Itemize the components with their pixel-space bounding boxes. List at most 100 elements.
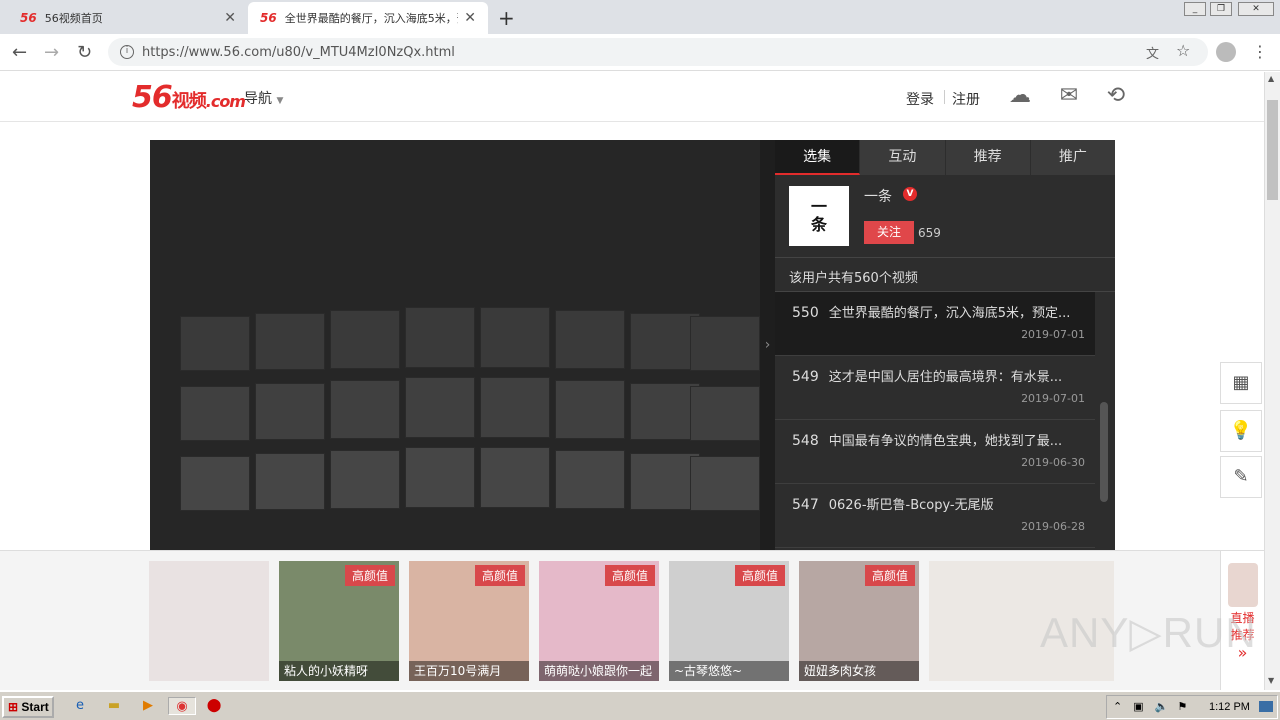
episode-date: 2019-07-01 [1021, 392, 1085, 405]
playlist-panel: 选集 互动 推荐 推广 一 条 一条 V 关注 659 该用户共有560个视频 … [775, 140, 1115, 550]
profile-avatar-icon[interactable] [1216, 42, 1236, 62]
lightbulb-icon[interactable]: 💡 [1220, 410, 1262, 452]
collapse-panel-toggle[interactable]: › [760, 140, 775, 550]
tab-recommend[interactable]: 推荐 [945, 140, 1031, 175]
caret-down-icon: ▼ [276, 96, 284, 106]
gallery-thumb [180, 315, 250, 372]
site-favicon: 56 [20, 11, 37, 25]
episode-number: 547 [792, 497, 819, 513]
tab-episodes[interactable]: 选集 [775, 140, 861, 175]
card-tag: 高颜值 [734, 565, 785, 586]
scroll-down-icon[interactable]: ▼ [1268, 676, 1274, 685]
translate-icon[interactable]: 文 [1146, 43, 1159, 62]
card-caption: 妞妞多肉女孩 [799, 661, 919, 681]
new-tab-icon[interactable]: + [498, 6, 515, 30]
recommend-card[interactable] [149, 561, 269, 681]
feedback-edit-icon[interactable]: ✎ [1220, 456, 1262, 498]
episode-title: 这才是中国人居住的最高境界：有水景... [828, 370, 1063, 385]
scroll-thumb[interactable] [1267, 100, 1278, 200]
register-link[interactable]: 注册 [952, 89, 980, 109]
chevron-right-icon: › [764, 337, 771, 353]
tab-promote[interactable]: 推广 [1030, 140, 1115, 175]
panel-scrollbar[interactable] [1100, 402, 1108, 502]
logo-domain: .com [205, 92, 246, 111]
history-icon[interactable]: ⟲ [1101, 84, 1131, 108]
close-tab-icon[interactable]: ✕ [464, 10, 476, 26]
nav-dropdown[interactable]: 导航 ▼ [244, 88, 283, 108]
card-caption: 王百万10号满月 [409, 661, 529, 681]
gallery-thumb [480, 376, 550, 438]
episode-item[interactable]: 547 0626-斯巴鲁-Bcopy-无尾版 2019-06-28 [775, 484, 1095, 548]
restore-icon[interactable]: ❐ [1210, 2, 1232, 16]
uploader-avatar[interactable]: 一 条 [789, 186, 849, 246]
page-scrollbar[interactable]: ▲ ▼ [1264, 72, 1280, 690]
recommend-card[interactable]: 高颜值 妞妞多肉女孩 [799, 561, 919, 681]
card-caption: 粘人的小妖精呀 [279, 661, 399, 681]
menu-icon[interactable]: ⋮ [1252, 42, 1268, 61]
browser-toolbar: ← → ↻ i https://www.56.com/u80/v_MTU4MzI… [0, 34, 1280, 71]
card-caption: ~古琴悠悠~ [669, 661, 789, 681]
info-icon[interactable]: i [120, 45, 134, 59]
scroll-up-icon[interactable]: ▲ [1268, 74, 1274, 83]
close-tab-icon[interactable]: ✕ [224, 10, 236, 26]
gallery-thumb [555, 379, 625, 439]
episode-number: 549 [792, 369, 819, 385]
episode-item[interactable]: 548 中国最有争议的情色宝典，她找到了最... 2019-06-30 [775, 420, 1095, 484]
gallery-thumb [555, 309, 625, 369]
upload-cloud-icon[interactable]: ☁ [1005, 84, 1035, 108]
gallery-thumb [480, 446, 550, 508]
live-avatar [1227, 563, 1258, 607]
gallery-thumb [255, 382, 325, 440]
show-desktop-icon[interactable] [1259, 701, 1273, 712]
video-player[interactable] [150, 140, 760, 550]
uploader-name[interactable]: 一条 [864, 186, 892, 206]
card-tag: 高颜值 [474, 565, 525, 586]
episode-item[interactable]: 550 全世界最酷的餐厅，沉入海底5米，预定... 2019-07-01 [775, 292, 1095, 356]
gallery-thumb [690, 385, 760, 442]
browser-tab-video[interactable]: 56 全世界最酷的餐厅，沉入海底5米，预 ✕ [248, 2, 488, 34]
address-bar[interactable]: i https://www.56.com/u80/v_MTU4MzI0NzQx.… [108, 38, 1208, 66]
episode-title: 全世界最酷的餐厅，沉入海底5米，预定... [828, 306, 1071, 321]
recommend-card[interactable]: 高颜值 ~古琴悠悠~ [669, 561, 789, 681]
opera-icon[interactable]: ⬤ [204, 697, 224, 715]
back-icon[interactable]: ← [12, 42, 27, 63]
chrome-icon[interactable]: ◉ [168, 697, 196, 715]
network-icon[interactable]: ▣ [1133, 701, 1143, 713]
media-player-icon[interactable]: ▶ [138, 697, 158, 715]
tray-expand-icon[interactable]: ⌃ [1113, 701, 1122, 713]
gallery-thumb [330, 309, 400, 369]
gallery-thumb [405, 376, 475, 438]
flag-icon[interactable]: ⚑ [1178, 701, 1188, 713]
recommend-card[interactable]: 高颜值粘人的小妖精呀 [279, 561, 399, 681]
browser-tab-home[interactable]: 56 56视频首页 ✕ [8, 2, 248, 34]
mail-icon[interactable]: ✉ [1054, 84, 1084, 108]
card-tag: 高颜值 [344, 565, 395, 586]
start-button[interactable]: ⊞ Start [2, 696, 54, 718]
clock: 1:12 PM [1209, 701, 1250, 713]
folder-icon[interactable]: ▬ [104, 697, 124, 715]
episode-item[interactable]: 549 这才是中国人居住的最高境界：有水景... 2019-07-01 [775, 356, 1095, 420]
qr-code-icon[interactable]: ▦ [1220, 362, 1262, 404]
episode-title: 中国最有争议的情色宝典，她找到了最... [828, 434, 1063, 449]
recommend-card[interactable]: 高颜值 萌萌哒小娘跟你一起 [539, 561, 659, 681]
gallery-thumb [330, 379, 400, 439]
gallery-thumb [690, 455, 760, 512]
recommend-card[interactable]: 高颜值王百万10号满月 [409, 561, 529, 681]
minimize-icon[interactable]: _ [1184, 2, 1206, 16]
tab-interaction[interactable]: 互动 [860, 140, 946, 175]
star-icon[interactable]: ☆ [1176, 41, 1190, 60]
close-window-icon[interactable]: ✕ [1238, 2, 1274, 16]
reload-icon[interactable]: ↻ [77, 42, 92, 63]
site-logo[interactable]: 56视频.com [132, 80, 246, 115]
login-link[interactable]: 登录 [906, 89, 934, 109]
forward-icon[interactable]: → [44, 42, 59, 63]
verified-badge-icon: V [903, 187, 917, 201]
site-favicon: 56 [260, 11, 277, 25]
volume-icon[interactable]: 🔈 [1155, 701, 1169, 713]
start-label: Start [21, 700, 49, 714]
browser-tab-strip: 56 56视频首页 ✕ 56 全世界最酷的餐厅，沉入海底5米，预 ✕ + _ ❐… [0, 0, 1280, 34]
video-count: 该用户共有560个视频 [775, 257, 1115, 292]
follow-button[interactable]: 关注 [864, 221, 914, 244]
gallery-thumb [255, 312, 325, 370]
ie-icon[interactable]: e [70, 697, 90, 715]
